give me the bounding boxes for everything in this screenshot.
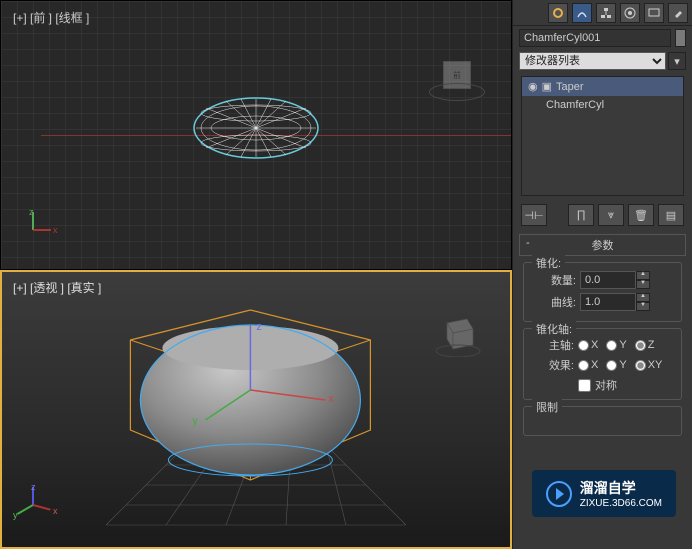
viewcube-ring[interactable]	[429, 83, 485, 101]
tab-motion[interactable]	[620, 3, 640, 23]
modifier-stack[interactable]: ◉ ▣ Taper ChamferCyl	[521, 76, 684, 196]
rollout-header-params[interactable]: 参数	[519, 234, 686, 256]
object-name-input[interactable]	[519, 29, 671, 47]
pin-stack-button[interactable]: ⊣⊢	[521, 204, 547, 226]
watermark-logo-icon	[546, 481, 572, 507]
svg-text:x: x	[328, 393, 334, 405]
group-limit: 限制	[523, 406, 682, 436]
viewcube-front[interactable]: 前	[433, 51, 481, 99]
primary-y-radio[interactable]	[606, 340, 617, 351]
curve-label: 曲线:	[530, 294, 576, 310]
effect-xy-radio[interactable]	[635, 360, 646, 371]
amount-label: 数量:	[530, 272, 576, 288]
modifier-list-dropdown[interactable]: 修改器列表	[519, 52, 666, 70]
make-unique-button[interactable]: ⩔	[598, 204, 624, 226]
tab-display[interactable]	[644, 3, 664, 23]
effect-y-radio[interactable]	[606, 360, 617, 371]
modifier-item-taper[interactable]: ◉ ▣ Taper	[522, 77, 683, 96]
spinner-up[interactable]: ▲	[636, 271, 650, 280]
spinner-down[interactable]: ▼	[636, 280, 650, 289]
watermark-subtitle: ZIXUE.3D66.COM	[580, 498, 662, 509]
viewport-area: [+] [前 ] [线框 ] 前	[0, 0, 512, 549]
modifier-sets-button[interactable]: ▾	[668, 52, 686, 70]
spinner-down[interactable]: ▼	[636, 302, 650, 311]
group-label: 限制	[532, 399, 562, 415]
tab-utilities[interactable]	[668, 3, 688, 23]
primary-z-radio[interactable]	[635, 340, 646, 351]
viewport-label-front[interactable]: [+] [前 ] [线框 ]	[13, 9, 89, 26]
symmetry-checkbox[interactable]	[578, 379, 591, 392]
viewport-perspective[interactable]: [+] [透视 ] [真实 ]	[0, 270, 512, 549]
remove-modifier-button[interactable]: 🗑	[628, 204, 654, 226]
symmetry-label: 对称	[595, 377, 617, 393]
axis-gizmo-persp: z x y	[33, 504, 63, 534]
tab-hierarchy[interactable]	[596, 3, 616, 23]
group-axis: 锥化轴: 主轴: X Y Z 效果: X Y XY	[523, 328, 682, 400]
viewport-front[interactable]: [+] [前 ] [线框 ] 前	[0, 0, 512, 270]
tab-modify[interactable]	[572, 3, 592, 23]
configure-sets-button[interactable]: ▤	[658, 204, 684, 226]
group-taper: 锥化: 数量: ▲▼ 曲线: ▲▼	[523, 262, 682, 322]
axis-gizmo-front: z x	[33, 229, 63, 259]
curve-input[interactable]	[580, 293, 636, 311]
svg-text:y: y	[192, 415, 198, 427]
watermark: 溜溜自学 ZIXUE.3D66.COM	[532, 470, 676, 517]
panel-tabs	[513, 0, 692, 26]
viewport-label-perspective[interactable]: [+] [透视 ] [真实 ]	[13, 279, 101, 296]
modifier-label: Taper	[556, 81, 584, 93]
amount-input[interactable]	[580, 271, 636, 289]
bulb-icon: ◉	[528, 80, 538, 93]
modifier-label: ChamferCyl	[546, 99, 604, 111]
object-color-swatch[interactable]	[675, 29, 686, 47]
effect-axis-label: 效果:	[536, 357, 574, 373]
modifier-stack-toolbar: ⊣⊢ ∏ ⩔ 🗑 ▤	[513, 200, 692, 230]
modifier-item-base[interactable]: ChamferCyl	[522, 96, 683, 114]
watermark-title: 溜溜自学	[580, 478, 662, 498]
primary-x-radio[interactable]	[578, 340, 589, 351]
expand-icon[interactable]: ▣	[542, 80, 552, 93]
show-end-result-button[interactable]: ∏	[568, 204, 594, 226]
svg-text:z: z	[256, 321, 262, 333]
viewcube-persp[interactable]	[433, 309, 481, 357]
primary-axis-label: 主轴:	[536, 337, 574, 353]
spinner-up[interactable]: ▲	[636, 293, 650, 302]
shaded-object[interactable]: z x y	[110, 300, 390, 500]
command-panel: 修改器列表 ▾ ◉ ▣ Taper ChamferCyl ⊣⊢ ∏ ⩔ 🗑 ▤ …	[512, 0, 692, 549]
effect-x-radio[interactable]	[578, 360, 589, 371]
group-label: 锥化轴:	[532, 321, 576, 337]
tab-create[interactable]	[548, 3, 568, 23]
wireframe-object[interactable]	[186, 93, 326, 163]
group-label: 锥化:	[532, 255, 565, 271]
